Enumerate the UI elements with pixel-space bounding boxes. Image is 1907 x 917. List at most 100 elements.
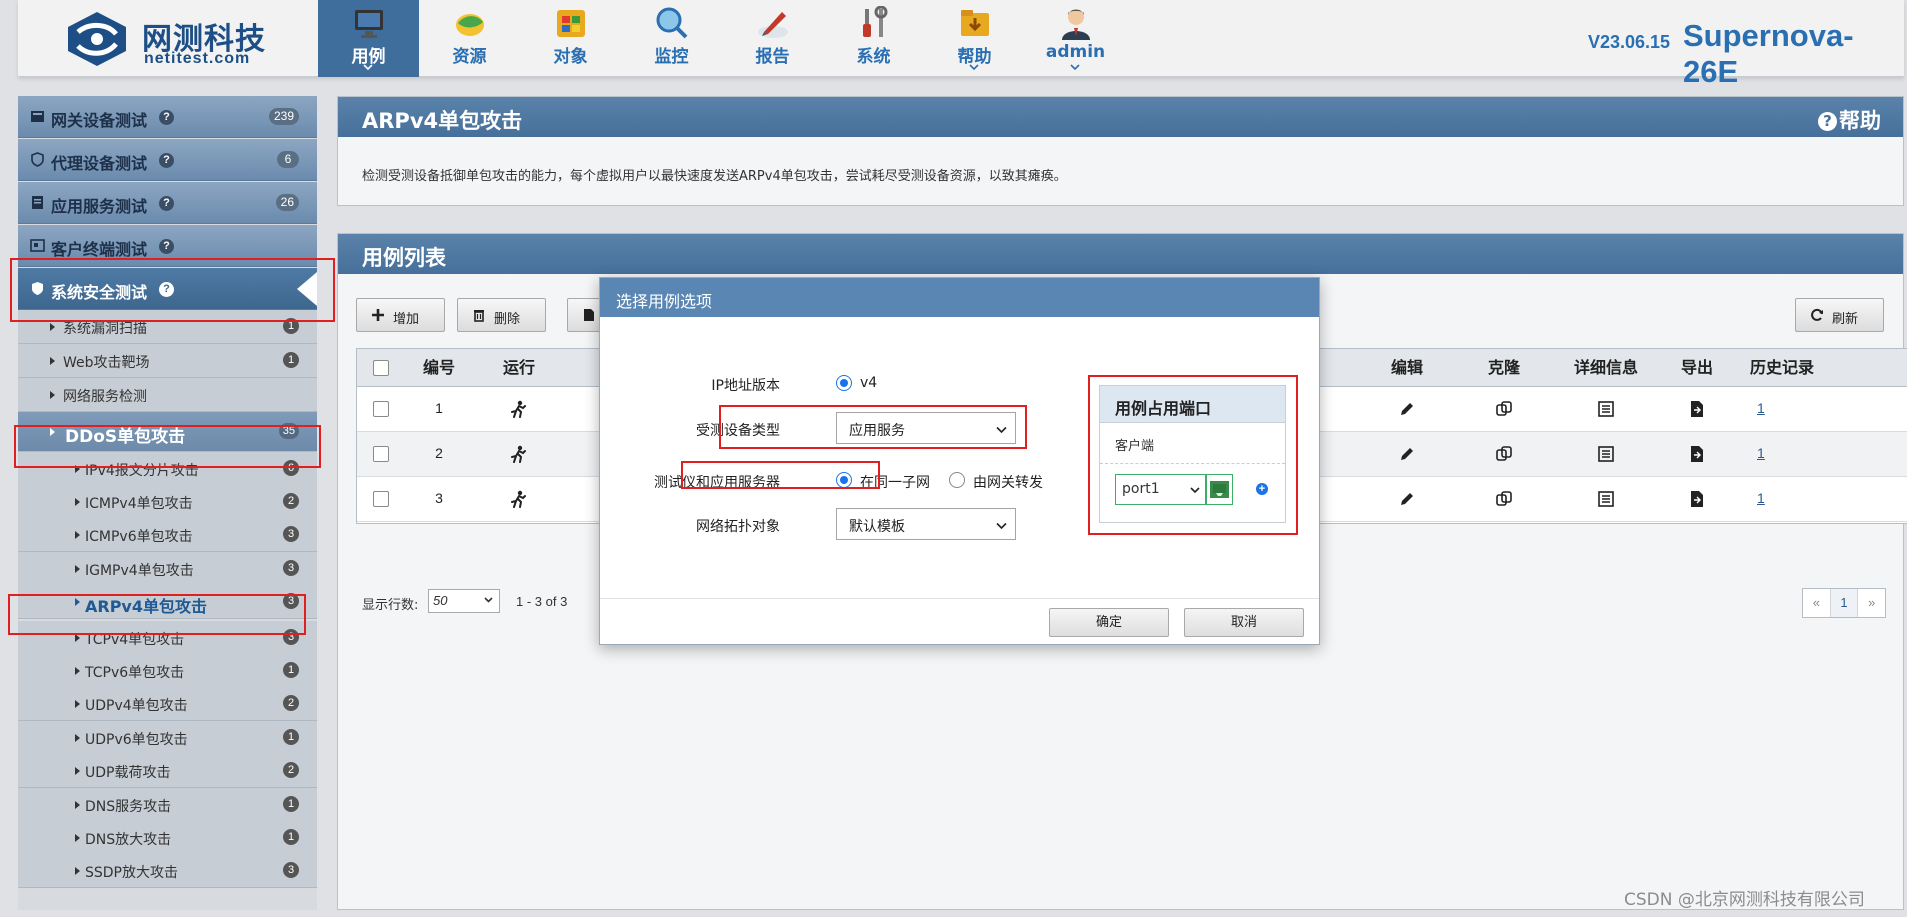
edit-pencil-icon[interactable]: [1398, 400, 1416, 418]
edit-pencil-icon[interactable]: [1398, 445, 1416, 463]
chevron-down-icon: [996, 426, 1007, 434]
delete-button[interactable]: 删除: [457, 298, 546, 332]
add-button[interactable]: 增加: [356, 298, 445, 332]
nav-label: 对象: [553, 47, 588, 67]
history-link[interactable]: 1: [1757, 400, 1765, 416]
nav-objects[interactable]: 对象: [520, 0, 621, 77]
ip-v4-radio[interactable]: [836, 375, 852, 391]
detail-list-icon[interactable]: [1597, 490, 1615, 508]
next-page-button[interactable]: »: [1858, 589, 1885, 617]
topology-select[interactable]: 默认模板: [836, 508, 1016, 540]
active-indicator: [297, 272, 317, 306]
sidebar-leaf-item[interactable]: DNS放大攻击 1: [18, 821, 317, 855]
help-icon[interactable]: ?: [159, 282, 174, 297]
nav-monitor[interactable]: 监控: [621, 0, 722, 77]
sidebar-leaf-item[interactable]: SSDP放大攻击 3: [18, 854, 317, 888]
sidebar-leaf-item[interactable]: UDP载荷攻击 2: [18, 754, 317, 788]
help-icon[interactable]: ?: [159, 153, 174, 168]
select-all-checkbox[interactable]: [373, 360, 389, 376]
row-checkbox[interactable]: [373, 446, 389, 462]
sidebar-item-vuln-scan[interactable]: 系统漏洞扫描 1: [18, 310, 317, 344]
sidebar-item-net-service[interactable]: 网络服务检测: [18, 378, 317, 412]
port-status-button[interactable]: [1206, 474, 1233, 505]
prev-page-button[interactable]: «: [1803, 589, 1831, 617]
run-icon[interactable]: [509, 400, 527, 418]
nav-label: admin: [1045, 42, 1106, 62]
page-number-button[interactable]: 1: [1830, 589, 1859, 617]
sidebar-leaf-item[interactable]: ARPv4单包攻击 3: [18, 585, 317, 619]
nav-cases[interactable]: 用例: [318, 0, 419, 77]
help-icon[interactable]: ?: [159, 239, 174, 254]
row-checkbox[interactable]: [373, 491, 389, 507]
export-file-icon[interactable]: [1688, 400, 1706, 418]
port-select[interactable]: port1: [1115, 474, 1206, 505]
export-file-icon[interactable]: [1688, 445, 1706, 463]
count-badge: 3: [283, 526, 299, 542]
caret-right-icon: [75, 801, 80, 809]
nav-system[interactable]: 系统: [823, 0, 924, 77]
add-port-button[interactable]: +: [1256, 483, 1268, 495]
help-link[interactable]: ? 帮助: [1818, 105, 1881, 135]
history-link[interactable]: 1: [1757, 490, 1765, 506]
sidebar-cat-client[interactable]: 客户终端测试 ?: [18, 225, 317, 267]
sidebar-leaf-item[interactable]: IGMPv4单包攻击 3: [18, 552, 317, 586]
sidebar-leaf-item[interactable]: UDPv4单包攻击 2: [18, 687, 317, 721]
sidebar-cat-label: 网关设备测试: [51, 111, 148, 130]
sidebar-leaf-label: IGMPv4单包攻击: [85, 563, 194, 579]
sidebar-item-label: Web攻击靶场: [63, 355, 150, 371]
nav-help[interactable]: 帮助: [924, 0, 1025, 77]
gateway-forward-radio[interactable]: [949, 472, 965, 488]
file-export-icon: [584, 309, 594, 321]
clone-icon[interactable]: [1495, 490, 1513, 508]
confirm-button[interactable]: 确定: [1049, 608, 1169, 637]
sidebar-leaf-item[interactable]: IPv4报文分片攻击 6: [18, 452, 317, 486]
chevron-down-icon: [969, 64, 979, 70]
sidebar-item-label: 网络服务检测: [63, 389, 147, 405]
sidebar-leaf-item[interactable]: ICMPv4单包攻击 2: [18, 485, 317, 519]
divider: [1100, 463, 1285, 464]
ip-version-label: IP地址版本: [711, 378, 780, 394]
count-badge: 35: [278, 423, 299, 439]
nav-resources[interactable]: 资源: [419, 0, 520, 77]
chevron-down-icon: [484, 597, 493, 603]
help-icon[interactable]: ?: [159, 110, 174, 125]
sidebar-leaf-label: UDPv6单包攻击: [85, 732, 188, 748]
sidebar-group-ddos[interactable]: DDoS单包攻击 35: [18, 412, 317, 452]
col-export: 导出: [1680, 358, 1713, 377]
caret-right-icon: [75, 767, 80, 775]
run-icon[interactable]: [509, 445, 527, 463]
watermark: CSDN @北京网测科技有限公司: [1624, 890, 1865, 910]
sidebar-leaf-item[interactable]: DNS服务攻击 1: [18, 788, 317, 822]
sidebar-cat-proxy[interactable]: 代理设备测试 ? 6: [18, 139, 317, 181]
rows-per-page-select[interactable]: 50: [428, 589, 500, 613]
sidebar-cat-appservice[interactable]: 应用服务测试 ? 26: [18, 182, 317, 224]
sidebar-leaf-item[interactable]: UDPv6单包攻击 1: [18, 721, 317, 755]
help-icon[interactable]: ?: [159, 196, 174, 211]
count-badge: 2: [283, 762, 299, 778]
cancel-button[interactable]: 取消: [1184, 608, 1304, 637]
history-link[interactable]: 1: [1757, 445, 1765, 461]
server-icon: [31, 111, 44, 122]
sidebar-item-web-range[interactable]: Web攻击靶场 1: [18, 344, 317, 378]
sidebar-leaf-item[interactable]: ICMPv6单包攻击 3: [18, 518, 317, 552]
nav-report[interactable]: 报告: [722, 0, 823, 77]
dut-type-select[interactable]: 应用服务: [836, 412, 1016, 444]
sidebar-cat-gateway[interactable]: 网关设备测试 ? 239: [18, 96, 317, 138]
run-icon[interactable]: [509, 490, 527, 508]
sidebar-leaf-item[interactable]: TCPv4单包攻击 3: [18, 621, 317, 655]
row-checkbox[interactable]: [373, 401, 389, 417]
sidebar-leaf-label: IPv4报文分片攻击: [85, 463, 199, 479]
topology-label: 网络拓扑对象: [696, 519, 780, 535]
clone-icon[interactable]: [1495, 400, 1513, 418]
sidebar-leaf-item[interactable]: TCPv6单包攻击 1: [18, 654, 317, 688]
info-panel: ARPv4单包攻击 ? 帮助 检测受测设备抵御单包攻击的能力，每个虚拟用户以最快速…: [337, 96, 1904, 206]
clone-icon[interactable]: [1495, 445, 1513, 463]
export-file-icon[interactable]: [1688, 490, 1706, 508]
nav-admin[interactable]: admin: [1025, 0, 1126, 77]
detail-list-icon[interactable]: [1597, 445, 1615, 463]
sidebar-cat-security[interactable]: 系统安全测试 ?: [18, 268, 317, 310]
same-subnet-radio[interactable]: [836, 472, 852, 488]
edit-pencil-icon[interactable]: [1398, 490, 1416, 508]
refresh-button[interactable]: 刷新: [1795, 298, 1884, 332]
detail-list-icon[interactable]: [1597, 400, 1615, 418]
